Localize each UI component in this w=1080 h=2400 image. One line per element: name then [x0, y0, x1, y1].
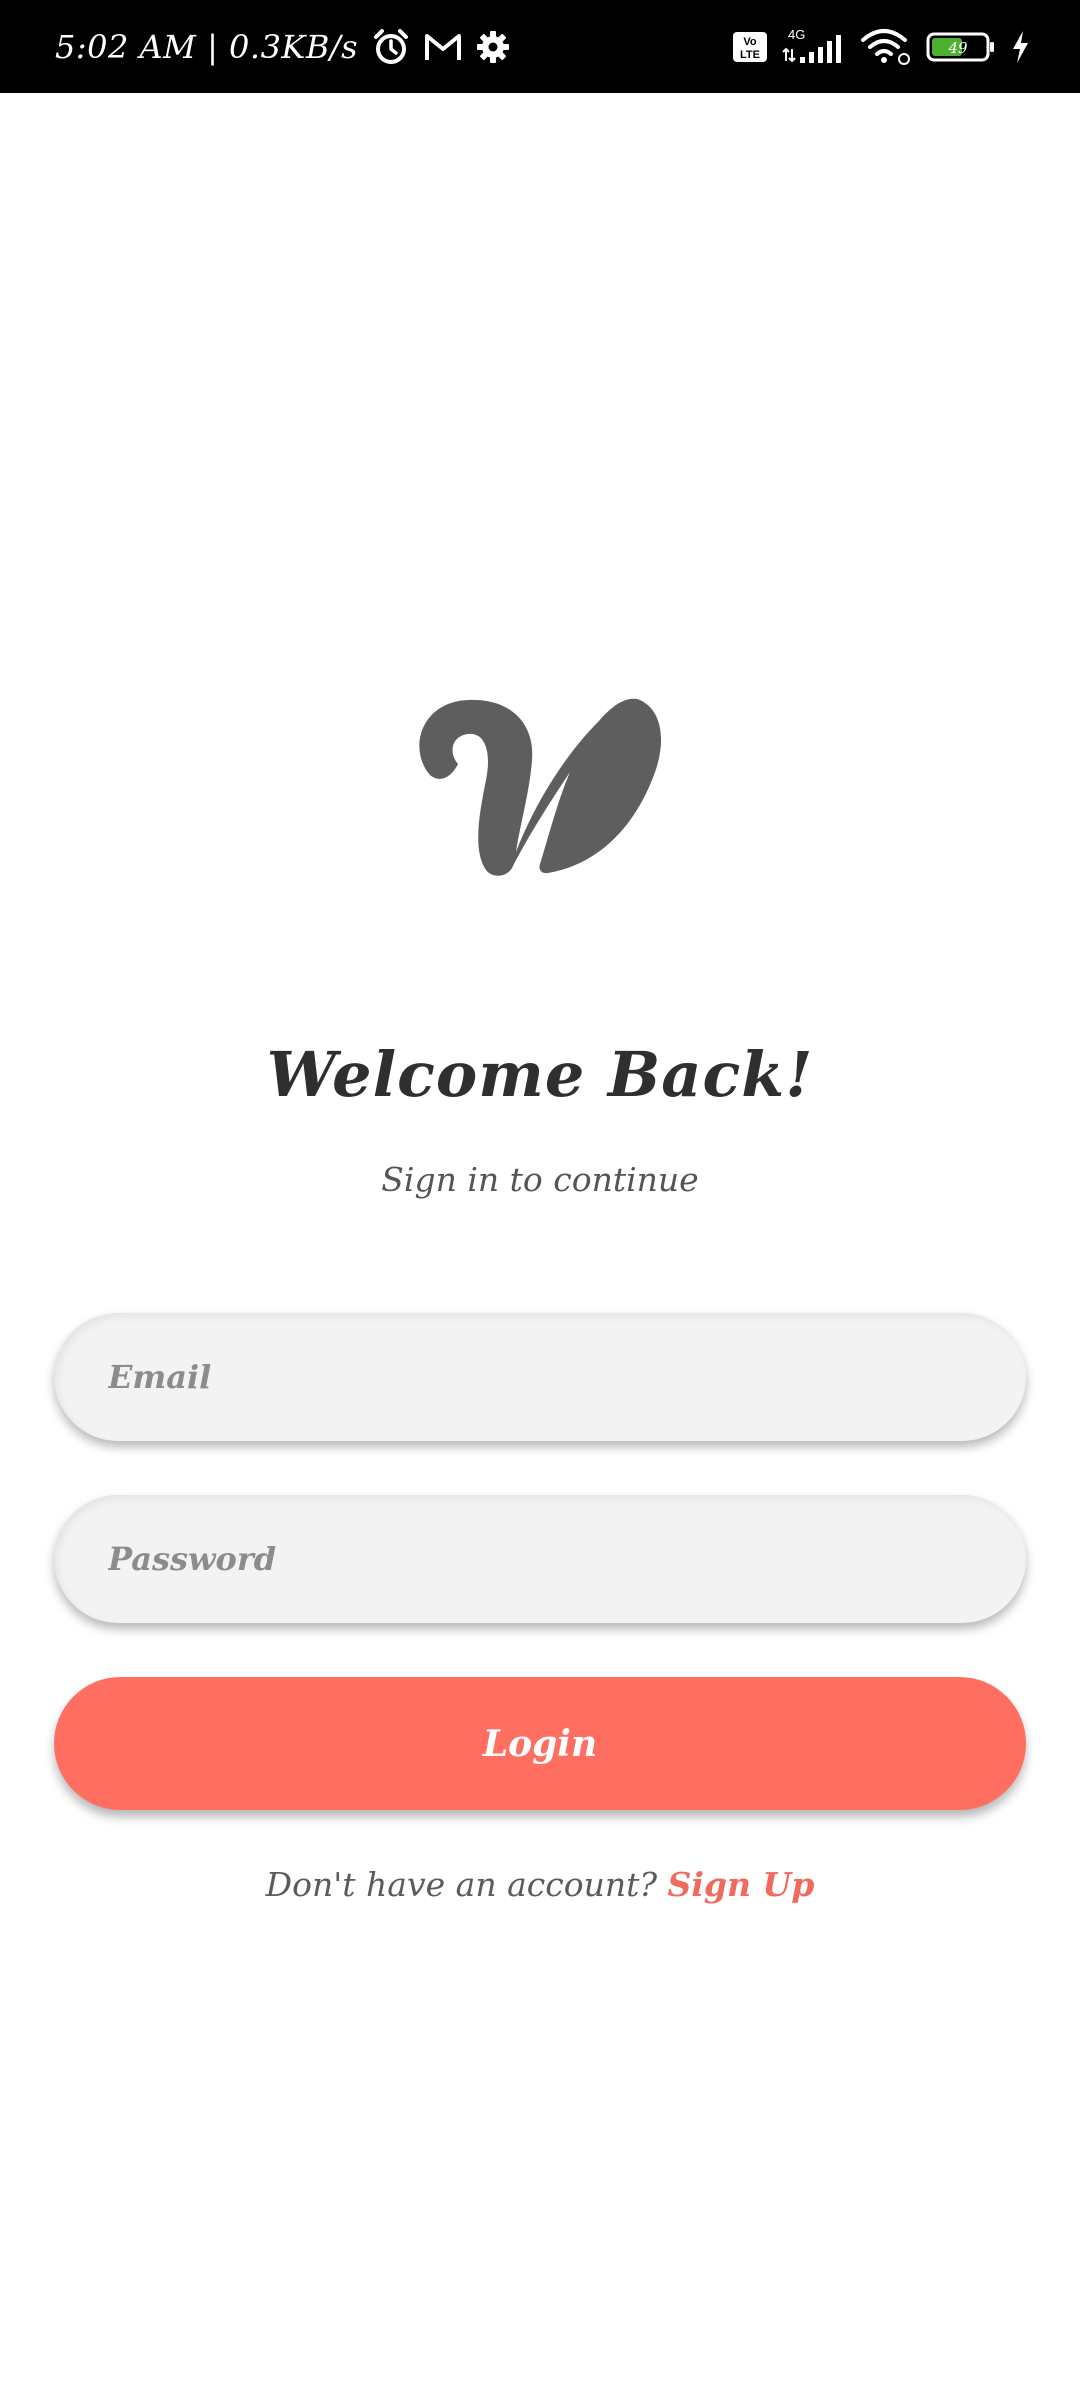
- settings-icon: [476, 30, 510, 64]
- charging-icon: [1010, 30, 1030, 64]
- status-time-speed: 5:02 AM | 0.3KB/s: [55, 27, 359, 66]
- password-field-container: [54, 1495, 1026, 1623]
- password-input[interactable]: [54, 1495, 1026, 1623]
- battery-level-label: 49: [947, 39, 968, 57]
- login-button[interactable]: Login: [54, 1677, 1026, 1810]
- signup-row: Don't have an account? Sign Up: [0, 1865, 1080, 1904]
- welcome-title: Welcome Back!: [266, 1038, 814, 1111]
- wifi-icon: [860, 28, 912, 66]
- email-field-container: [54, 1313, 1026, 1441]
- no-account-text: Don't have an account?: [265, 1865, 658, 1904]
- svg-text:LTE: LTE: [740, 49, 760, 61]
- status-bar-right: Vo LTE 4G 49: [732, 0, 1030, 93]
- signal-icon: 4G: [782, 27, 846, 67]
- sign-in-subtitle: Sign in to continue: [381, 1160, 699, 1199]
- battery-icon: 49: [926, 31, 996, 63]
- network-type-label: 4G: [788, 27, 805, 42]
- svg-text:Vo: Vo: [743, 36, 757, 48]
- alarm-icon: [372, 28, 410, 66]
- login-screen: 5:02 AM | 0.3KB/s Vo LTE 4G 49 Welcome B…: [0, 0, 1080, 2400]
- status-bar-left: 5:02 AM | 0.3KB/s: [55, 0, 510, 93]
- sign-up-link[interactable]: Sign Up: [668, 1865, 815, 1904]
- email-input[interactable]: [54, 1313, 1026, 1441]
- status-bar: 5:02 AM | 0.3KB/s Vo LTE 4G 49: [0, 0, 1080, 93]
- w-logo-icon: [400, 680, 670, 880]
- volte-icon: Vo LTE: [732, 31, 768, 63]
- gmail-icon: [424, 31, 462, 63]
